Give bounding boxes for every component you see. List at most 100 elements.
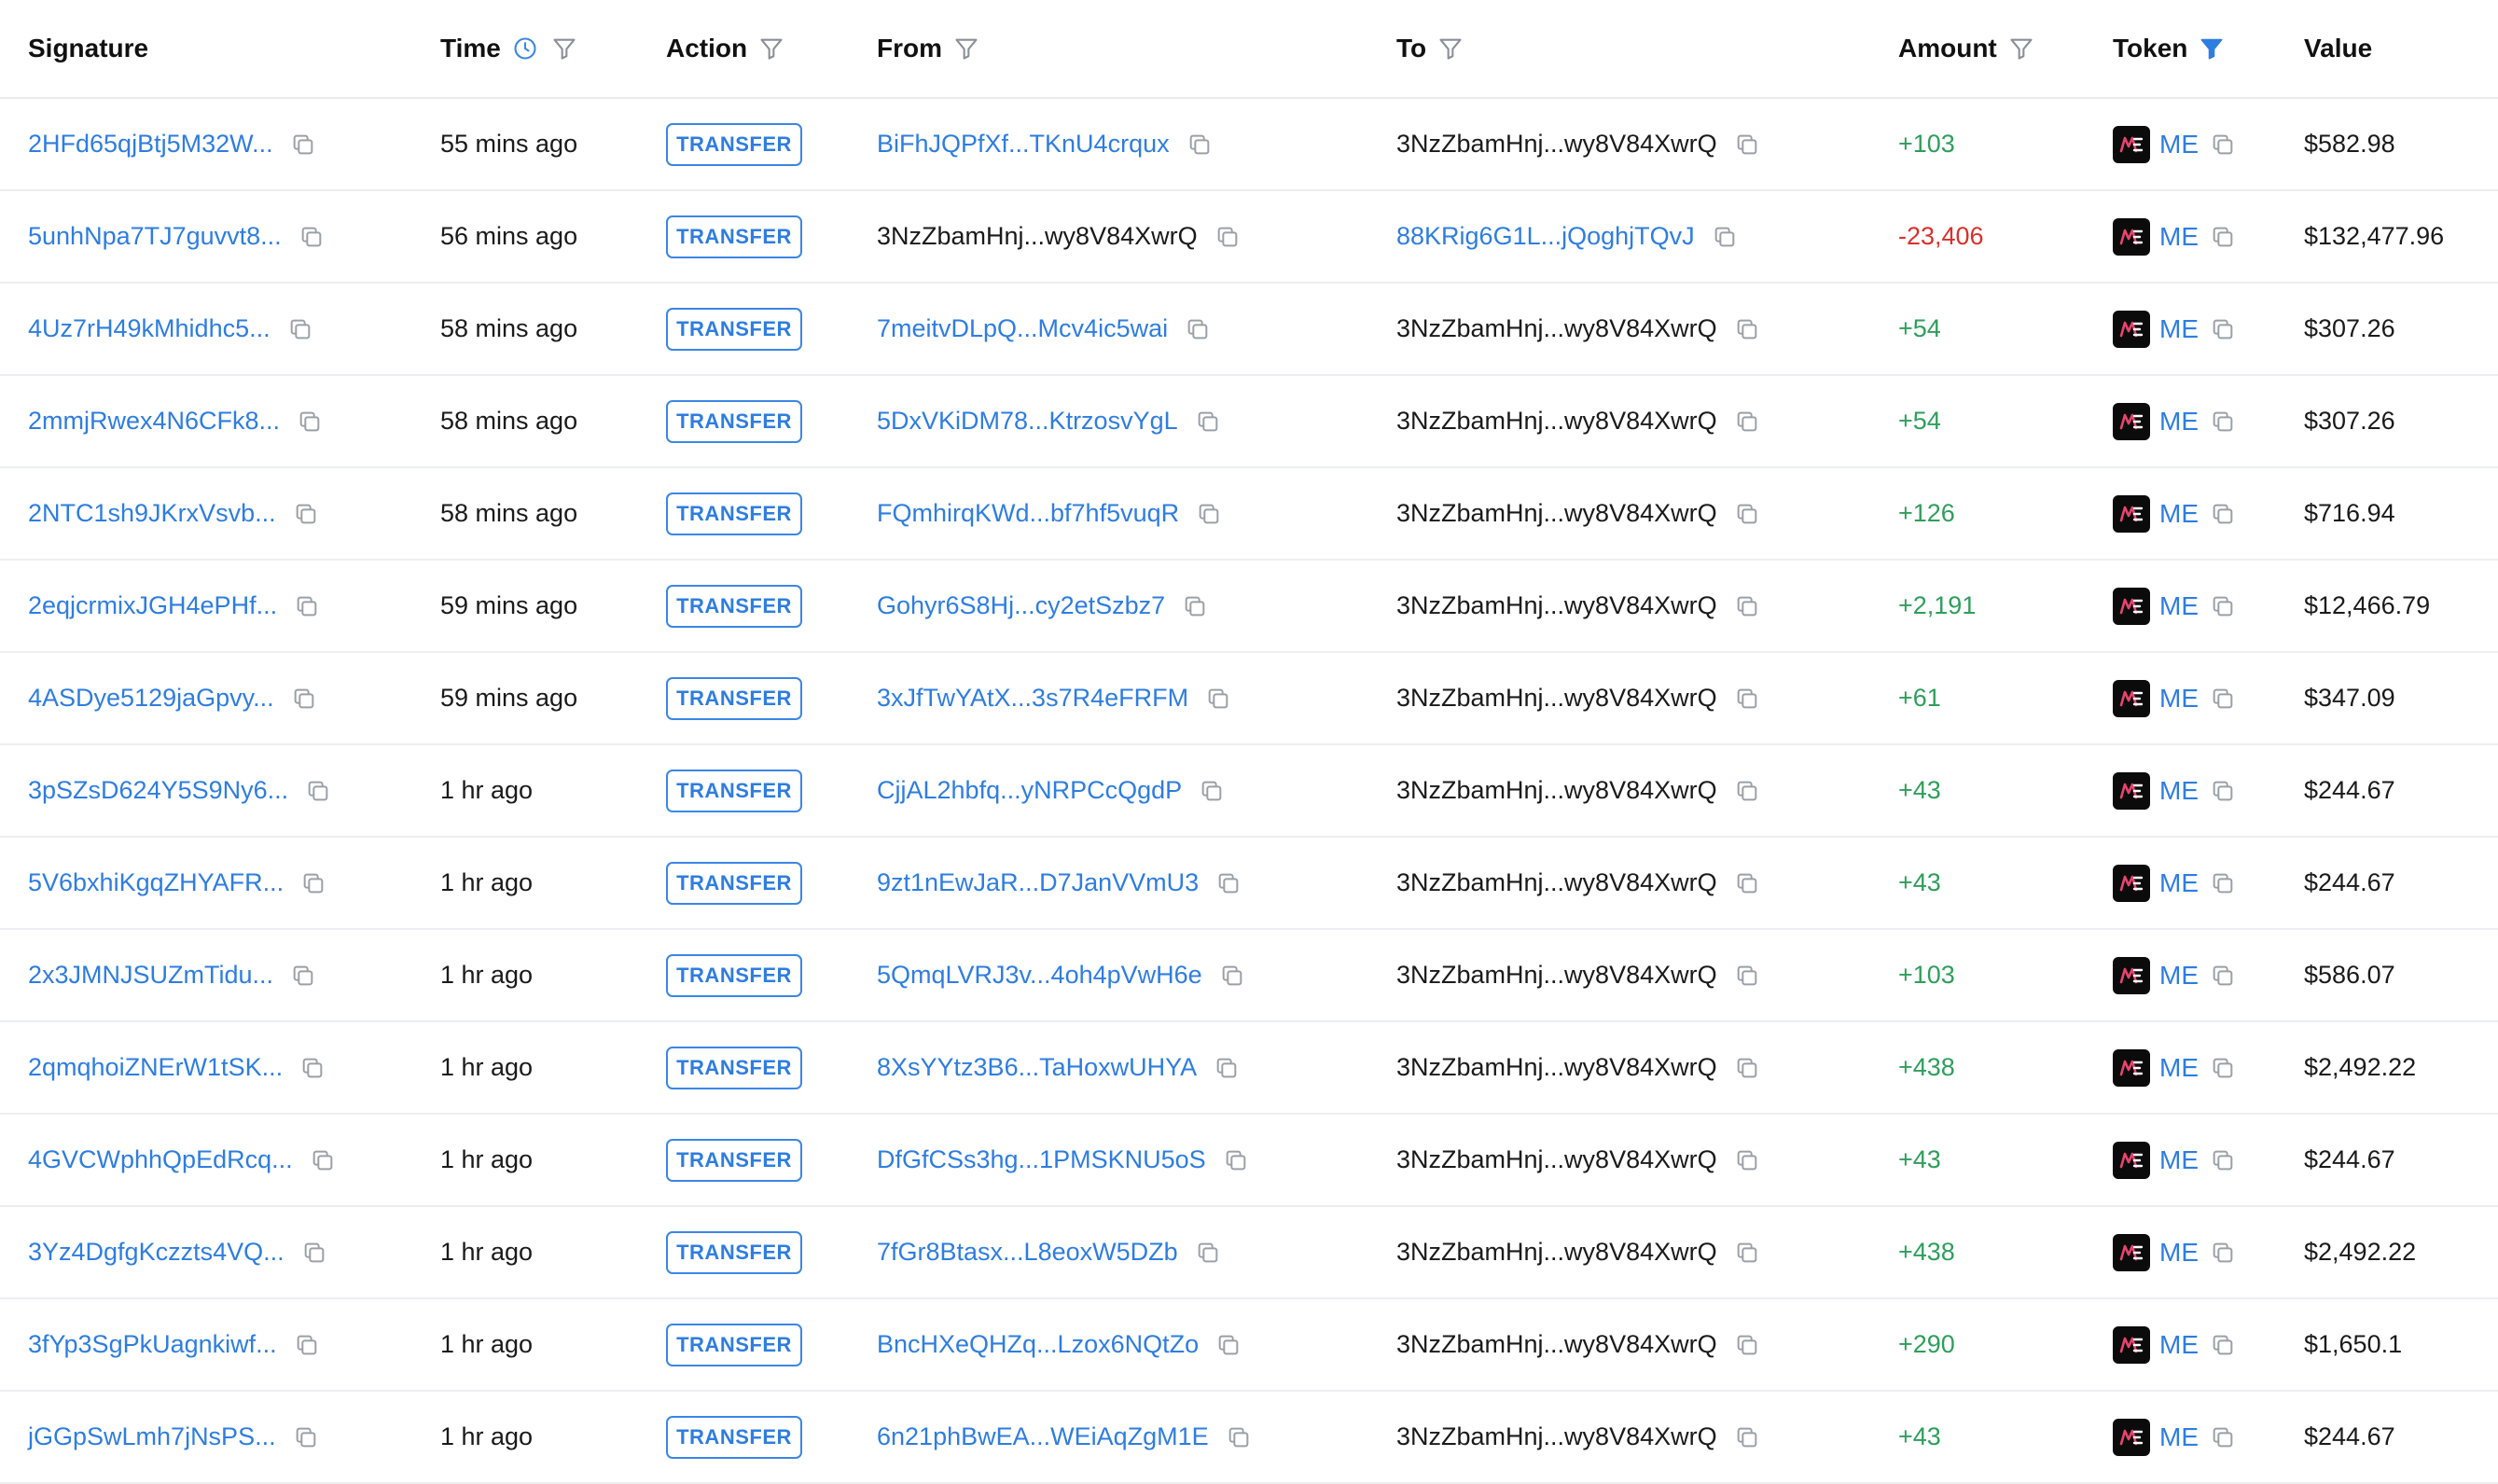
- copy-icon[interactable]: [1214, 224, 1241, 250]
- copy-icon[interactable]: [2210, 132, 2236, 158]
- copy-icon[interactable]: [298, 224, 325, 250]
- copy-icon[interactable]: [1734, 1240, 1760, 1266]
- copy-icon[interactable]: [1205, 686, 1231, 712]
- from-address[interactable]: Gohyr6S8Hj...cy2etSzbz7: [877, 591, 1165, 620]
- signature-link[interactable]: 2HFd65qjBtj5M32W...: [28, 130, 273, 159]
- copy-icon[interactable]: [1185, 316, 1211, 342]
- token-symbol-link[interactable]: ME: [2159, 1422, 2199, 1452]
- copy-icon[interactable]: [1734, 593, 1760, 619]
- copy-icon[interactable]: [2210, 963, 2236, 989]
- copy-icon[interactable]: [2210, 686, 2236, 712]
- copy-icon[interactable]: [2210, 1332, 2236, 1358]
- to-address[interactable]: 3NzZbamHnj...wy8V84XwrQ: [1396, 1238, 1717, 1267]
- copy-icon[interactable]: [2210, 593, 2236, 619]
- copy-icon[interactable]: [1734, 686, 1760, 712]
- copy-icon[interactable]: [1187, 132, 1213, 158]
- signature-link[interactable]: 5V6bxhiKgqZHYAFR...: [28, 868, 284, 897]
- copy-icon[interactable]: [1734, 778, 1760, 804]
- from-address[interactable]: 8XsYYtz3B6...TaHoxwUHYA: [877, 1053, 1197, 1082]
- copy-icon[interactable]: [1734, 132, 1760, 158]
- copy-icon[interactable]: [293, 501, 319, 527]
- from-address[interactable]: 9zt1nEwJaR...D7JanVVmU3: [877, 868, 1199, 897]
- copy-icon[interactable]: [291, 686, 317, 712]
- filter-icon[interactable]: [2008, 35, 2034, 62]
- copy-icon[interactable]: [1195, 409, 1221, 435]
- to-address[interactable]: 3NzZbamHnj...wy8V84XwrQ: [1396, 499, 1717, 528]
- token-symbol-link[interactable]: ME: [2159, 961, 2199, 991]
- from-address[interactable]: 3xJfTwYAtX...3s7R4eFRFM: [877, 684, 1188, 713]
- from-address[interactable]: BiFhJQPfXf...TKnU4crqux: [877, 130, 1170, 159]
- filter-icon[interactable]: [1437, 35, 1464, 62]
- copy-icon[interactable]: [1196, 501, 1222, 527]
- copy-icon[interactable]: [2210, 1424, 2236, 1450]
- signature-link[interactable]: 5unhNpa7TJ7guvvt8...: [28, 222, 282, 251]
- signature-link[interactable]: 4Uz7rH49kMhidhc5...: [28, 314, 271, 343]
- token-symbol-link[interactable]: ME: [2159, 1053, 2199, 1083]
- token-symbol-link[interactable]: ME: [2159, 591, 2199, 621]
- signature-link[interactable]: 2NTC1sh9JKrxVsvb...: [28, 499, 276, 528]
- copy-icon[interactable]: [1195, 1240, 1221, 1266]
- signature-link[interactable]: 2x3JMNJSUZmTidu...: [28, 961, 273, 990]
- token-symbol-link[interactable]: ME: [2159, 499, 2199, 529]
- copy-icon[interactable]: [2210, 1240, 2236, 1266]
- from-address[interactable]: DfGfCSs3hg...1PMSKNU5oS: [877, 1145, 1206, 1174]
- clock-icon[interactable]: [512, 35, 538, 62]
- copy-icon[interactable]: [2210, 1147, 2236, 1173]
- signature-link[interactable]: 3fYp3SgPkUagnkiwf...: [28, 1330, 277, 1359]
- to-address[interactable]: 3NzZbamHnj...wy8V84XwrQ: [1396, 776, 1717, 805]
- signature-link[interactable]: 2mmjRwex4N6CFk8...: [28, 407, 280, 436]
- copy-icon[interactable]: [1734, 870, 1760, 896]
- copy-icon[interactable]: [287, 316, 313, 342]
- copy-icon[interactable]: [2210, 1055, 2236, 1081]
- to-address[interactable]: 3NzZbamHnj...wy8V84XwrQ: [1396, 314, 1717, 343]
- copy-icon[interactable]: [1734, 409, 1760, 435]
- token-symbol-link[interactable]: ME: [2159, 684, 2199, 714]
- filter-icon[interactable]: [551, 35, 577, 62]
- filter-icon[interactable]: [758, 35, 784, 62]
- copy-icon[interactable]: [1215, 1332, 1242, 1358]
- to-address[interactable]: 3NzZbamHnj...wy8V84XwrQ: [1396, 1422, 1717, 1451]
- copy-icon[interactable]: [1734, 963, 1760, 989]
- copy-icon[interactable]: [1182, 593, 1208, 619]
- copy-icon[interactable]: [2210, 501, 2236, 527]
- from-address[interactable]: BncHXeQHZq...Lzox6NQtZo: [877, 1330, 1199, 1359]
- to-address[interactable]: 3NzZbamHnj...wy8V84XwrQ: [1396, 1053, 1717, 1082]
- token-symbol-link[interactable]: ME: [2159, 776, 2199, 806]
- copy-icon[interactable]: [2210, 316, 2236, 342]
- copy-icon[interactable]: [300, 870, 326, 896]
- signature-link[interactable]: 3pSZsD624Y5S9Ny6...: [28, 776, 288, 805]
- copy-icon[interactable]: [310, 1147, 336, 1173]
- copy-icon[interactable]: [1734, 316, 1760, 342]
- copy-icon[interactable]: [1734, 1055, 1760, 1081]
- token-symbol-link[interactable]: ME: [2159, 1145, 2199, 1175]
- to-address[interactable]: 3NzZbamHnj...wy8V84XwrQ: [1396, 684, 1717, 713]
- to-address[interactable]: 3NzZbamHnj...wy8V84XwrQ: [1396, 1145, 1717, 1174]
- copy-icon[interactable]: [1215, 870, 1242, 896]
- signature-link[interactable]: 4ASDye5129jaGpvy...: [28, 684, 274, 713]
- copy-icon[interactable]: [2210, 778, 2236, 804]
- from-address[interactable]: 6n21phBwEA...WEiAqZgM1E: [877, 1422, 1209, 1451]
- to-address[interactable]: 3NzZbamHnj...wy8V84XwrQ: [1396, 591, 1717, 620]
- from-address[interactable]: 7fGr8Btasx...L8eoxW5DZb: [877, 1238, 1178, 1267]
- copy-icon[interactable]: [2210, 224, 2236, 250]
- to-address[interactable]: 3NzZbamHnj...wy8V84XwrQ: [1396, 130, 1717, 159]
- signature-link[interactable]: 2eqjcrmixJGH4ePHf...: [28, 591, 277, 620]
- copy-icon[interactable]: [1226, 1424, 1252, 1450]
- copy-icon[interactable]: [1712, 224, 1738, 250]
- from-address[interactable]: 7meitvDLpQ...Mcv4ic5wai: [877, 314, 1168, 343]
- copy-icon[interactable]: [1734, 501, 1760, 527]
- copy-icon[interactable]: [1223, 1147, 1249, 1173]
- copy-icon[interactable]: [1734, 1332, 1760, 1358]
- from-address[interactable]: FQmhirqKWd...bf7hf5vuqR: [877, 499, 1179, 528]
- token-symbol-link[interactable]: ME: [2159, 868, 2199, 898]
- copy-icon[interactable]: [297, 409, 323, 435]
- to-address[interactable]: 3NzZbamHnj...wy8V84XwrQ: [1396, 1330, 1717, 1359]
- filter-icon-active[interactable]: [2199, 35, 2225, 62]
- copy-icon[interactable]: [290, 132, 316, 158]
- copy-icon[interactable]: [294, 1332, 320, 1358]
- copy-icon[interactable]: [1199, 778, 1225, 804]
- copy-icon[interactable]: [2210, 409, 2236, 435]
- from-address[interactable]: 5QmqLVRJ3v...4oh4pVwH6e: [877, 961, 1202, 990]
- token-symbol-link[interactable]: ME: [2159, 1330, 2199, 1360]
- token-symbol-link[interactable]: ME: [2159, 222, 2199, 252]
